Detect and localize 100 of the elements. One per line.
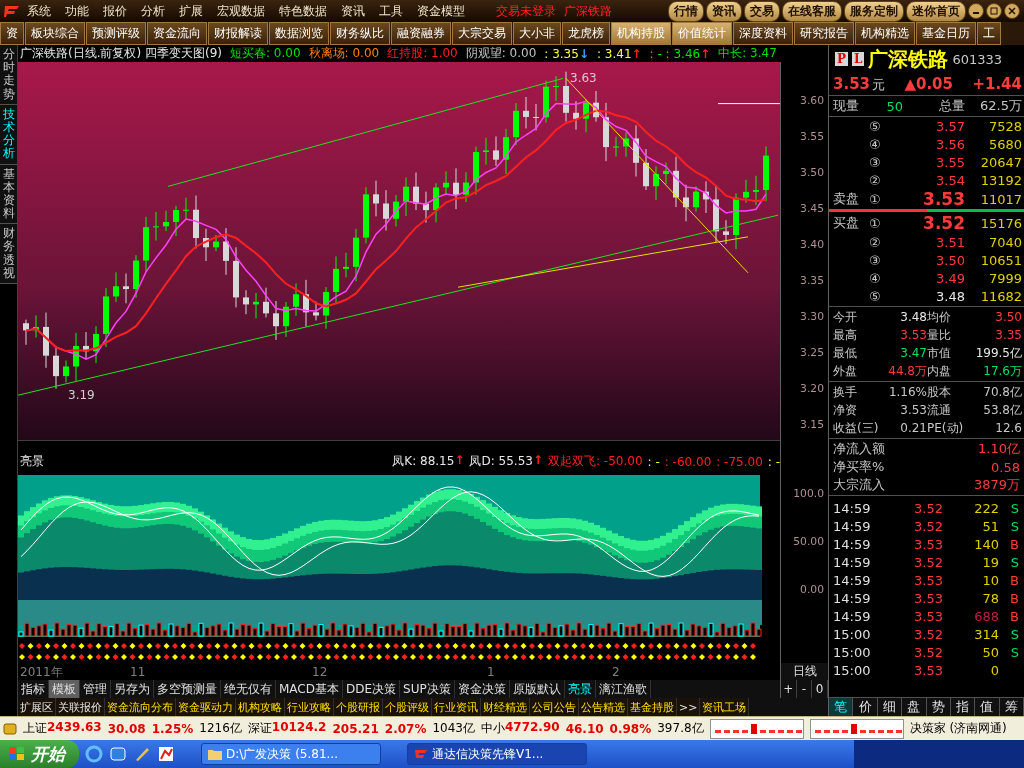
panel-tab[interactable]: 细	[877, 698, 903, 716]
panel-tab[interactable]: 盘	[902, 698, 927, 716]
nav-button[interactable]: 资讯	[706, 0, 742, 22]
field-label: 市值	[927, 345, 952, 362]
info-tab[interactable]: 个股评级	[383, 698, 432, 716]
info-tab[interactable]: 行业资讯	[432, 698, 481, 716]
side-tab[interactable]: 基本资料	[0, 164, 17, 225]
menu-item[interactable]: 宏观数据	[210, 2, 272, 20]
field-value: 0.58	[991, 459, 1020, 475]
axis-label: 3.25	[800, 345, 825, 360]
info-tab[interactable]: 资金驱动力	[176, 698, 236, 716]
toolbar-tab[interactable]: 板块综合	[25, 22, 85, 45]
panel-tab[interactable]: 筹	[999, 698, 1024, 716]
chart-app-icon[interactable]	[157, 745, 175, 763]
tick-side: B	[1009, 572, 1019, 588]
nav-button[interactable]: 迷你首页	[906, 0, 966, 22]
panel-tab[interactable]: 值	[975, 698, 1000, 716]
info-tab[interactable]: 个股研报	[334, 698, 383, 716]
index-amount: 1216亿	[199, 720, 242, 737]
info-tab[interactable]: 机构攻略	[236, 698, 285, 716]
index-name: 中小	[480, 720, 505, 737]
start-button[interactable]: 开始	[0, 740, 79, 768]
menu-item[interactable]: 工具	[372, 2, 410, 20]
info-tab[interactable]: 扩展区	[18, 698, 56, 716]
app-logo-icon	[414, 748, 428, 760]
side-tab[interactable]: 技术分析	[0, 104, 17, 165]
candlestick	[83, 331, 89, 360]
menu-item[interactable]: 资金模型	[410, 2, 472, 20]
info-tab[interactable]: 资金流向分布	[105, 698, 176, 716]
info-tab[interactable]: 关联报价	[56, 698, 105, 716]
indicator-tab[interactable]: 模板	[49, 680, 80, 698]
order-rank: ⑤	[869, 288, 882, 304]
menu-item[interactable]: 报价	[96, 2, 134, 20]
info-tab[interactable]: 基金持股	[628, 698, 677, 716]
minimize-button[interactable]	[968, 3, 984, 19]
order-volume: 13192	[979, 172, 1022, 188]
panel-tab[interactable]: 势	[926, 698, 951, 716]
nav-button[interactable]: 服务定制	[844, 0, 904, 22]
panel-tab[interactable]: 笔	[829, 698, 854, 716]
indicator-value: 红持股: 1.00	[387, 45, 458, 62]
toolbar-tab[interactable]: 财务纵比	[330, 22, 390, 45]
toolbar-tab[interactable]: 融资融券	[391, 22, 451, 45]
toolbar-tab[interactable]: 研究报告	[794, 22, 854, 45]
arrow-glyph: ↑	[631, 46, 642, 61]
side-tab[interactable]: 分时走势	[0, 45, 17, 105]
panel-tab[interactable]: 指	[950, 698, 976, 716]
axis-label: 50.00	[793, 534, 825, 549]
candlestick	[363, 186, 369, 244]
info-tab[interactable]: 资讯工场	[700, 698, 750, 716]
taskbar-button[interactable]: D:\广发决策 (5.81...	[201, 743, 381, 765]
toolbar-tab[interactable]: 资金流向	[147, 22, 207, 45]
order-rank: ②	[869, 172, 882, 188]
toolbar-tab[interactable]: 基金日历	[916, 22, 976, 45]
index-value: 10124.2	[271, 720, 327, 736]
indicator-value: 凤K: 88.15	[392, 453, 455, 470]
tick-volume: 0	[989, 662, 999, 678]
restore-button[interactable]	[986, 3, 1002, 19]
menu-item[interactable]: 扩展	[172, 2, 210, 20]
close-button[interactable]	[1004, 3, 1020, 19]
nav-button[interactable]: 交易	[744, 0, 780, 22]
candlestick	[43, 312, 49, 369]
toolbar-tab[interactable]: 资	[0, 22, 24, 45]
menu-item[interactable]: 特色数据	[272, 2, 334, 20]
toolbar-tab[interactable]: 龙虎榜	[562, 22, 610, 45]
candlestick	[63, 360, 69, 383]
nav-button[interactable]: 行情	[668, 0, 704, 22]
percent-change: +1.44	[972, 75, 1022, 93]
field-label: 大宗流入	[833, 476, 885, 494]
tick-time: 15:00	[833, 644, 872, 660]
order-rank: ④	[869, 136, 882, 152]
toolbar-tab[interactable]: 数据浏览	[269, 22, 329, 45]
toolbar-tab[interactable]: 大小非	[513, 22, 561, 45]
info-tab[interactable]: 公告精选	[579, 698, 628, 716]
toolbar-tab[interactable]: 大宗交易	[452, 22, 512, 45]
info-tab[interactable]: >>	[677, 698, 701, 716]
menu-item[interactable]: 系统	[20, 2, 58, 20]
toolbar-tab[interactable]: 预测评级	[86, 22, 146, 45]
taskbar-button[interactable]: 通达信决策先锋V1...	[407, 743, 587, 765]
pen-icon[interactable]	[133, 745, 151, 763]
toolbar-tab[interactable]: 工	[977, 22, 1001, 45]
info-tab[interactable]: 行业攻略	[285, 698, 334, 716]
zoom-button[interactable]: +	[781, 680, 797, 698]
order-price: 3.56	[935, 136, 965, 152]
panel-tab[interactable]: 价	[853, 698, 878, 716]
toolbar-tab[interactable]: 财报解读	[208, 22, 268, 45]
menu-item[interactable]: 资讯	[334, 2, 372, 20]
info-tab[interactable]: 公司公告	[530, 698, 579, 716]
field-value: 0.21	[899, 420, 927, 437]
info-tab[interactable]: 财经精选	[481, 698, 530, 716]
side-tab[interactable]: 财务透视	[0, 224, 17, 284]
menu-item[interactable]: 功能	[58, 2, 96, 20]
nav-button[interactable]: 在线客服	[782, 0, 842, 22]
candlestick	[643, 148, 649, 191]
indicator-value: : - : 3.46	[649, 46, 701, 61]
field-label: PE(动)	[927, 420, 965, 437]
toolbar-tab[interactable]: 机构精选	[855, 22, 915, 45]
order-price: 3.49	[935, 270, 965, 286]
browser-icon[interactable]	[85, 745, 103, 763]
toolbar-tab[interactable]: 深度资料	[733, 22, 793, 45]
menu-item[interactable]: 分析	[134, 2, 172, 20]
